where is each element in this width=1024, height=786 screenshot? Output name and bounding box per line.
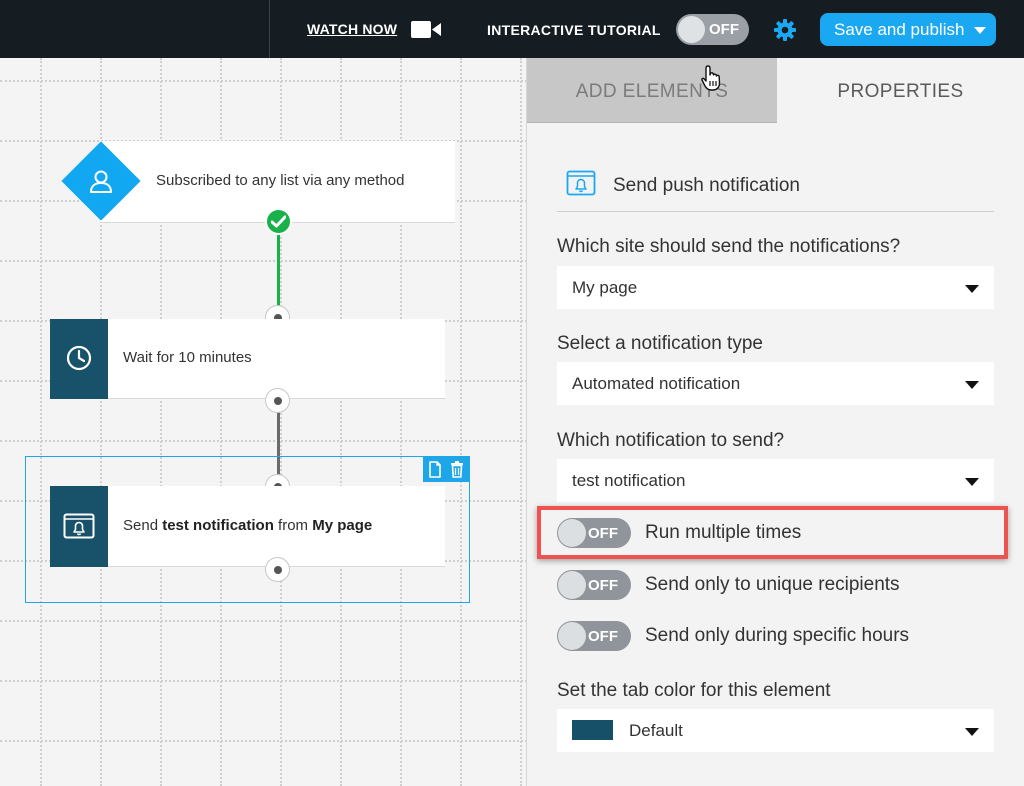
connection-port[interactable] [265,557,290,582]
properties-panel: ADD ELEMENTS PROPERTIES [527,58,1024,786]
copy-icon[interactable] [426,460,444,479]
gear-icon[interactable] [773,18,797,42]
grid-line [0,260,527,262]
trigger-label: Subscribed to any list via any method [156,172,405,189]
user-icon [90,170,112,193]
grid-line [0,80,527,82]
toggle-state: OFF [588,628,618,645]
grid-line [0,440,527,442]
trigger-badge [61,141,141,221]
trash-icon[interactable] [448,460,466,479]
send-step-tile [50,486,108,567]
specific-hours-label: Send only during specific hours [645,625,910,646]
clock-icon [66,345,92,371]
color-swatch [572,720,613,740]
tab-properties[interactable]: PROPERTIES [777,58,1024,123]
grid-line [0,620,527,622]
tab-color-value: Default [629,721,683,740]
toggle-knob [558,622,586,650]
wait-step-tile [50,319,108,399]
notification-select-value: test notification [572,471,686,490]
success-connector [277,230,280,308]
send-prefix: Send [123,517,163,534]
notification-type-select[interactable]: Automated notification [557,362,994,405]
toggle-state: OFF [709,21,739,38]
type-field-label: Select a notification type [557,333,763,354]
unique-recipients-toggle[interactable]: OFF [557,570,631,600]
highlight-frame [537,506,1008,559]
grid-line [0,680,527,682]
which-notification-label: Which notification to send? [557,430,785,451]
dropdown-arrow-icon [965,728,979,736]
section-divider [557,211,994,212]
specific-hours-toggle[interactable]: OFF [557,621,631,651]
selection-toolbar [423,457,469,482]
wait-node[interactable]: Wait for 10 minutes [50,319,445,399]
grid-line [40,58,42,786]
toggle-state: OFF [588,577,618,594]
push-notification-icon [566,170,596,196]
save-and-publish-button[interactable]: Save and publish [820,13,996,46]
check-icon [265,208,292,235]
send-site-name: My page [312,517,373,534]
hand-cursor-icon [701,65,721,91]
tab-color-select[interactable]: Default [557,709,994,752]
interactive-tutorial-label: INTERACTIVE TUTORIAL [487,22,661,38]
send-middle: from [273,517,313,534]
grid-line [0,740,527,742]
unique-recipients-label: Send only to unique recipients [645,574,900,595]
site-field-label: Which site should send the notifications… [557,236,901,257]
notification-type-value: Automated notification [572,374,741,393]
interactive-tutorial-toggle[interactable]: OFF [676,14,749,45]
toggle-knob [678,16,705,43]
send-label: Send test notification from My page [123,517,372,534]
grid-line [460,58,462,786]
site-select[interactable]: My page [557,266,994,309]
top-bar: WATCH NOW INTERACTIVE TUTORIAL OFF Save … [0,0,1024,58]
section-title: Send push notification [613,175,800,196]
push-notification-icon [63,513,95,539]
wait-label: Wait for 10 minutes [123,349,252,366]
chevron-down-icon [974,27,986,34]
connection-port[interactable] [265,388,290,413]
site-select-value: My page [572,278,638,297]
tab-color-label: Set the tab color for this element [557,680,831,701]
send-notification-node[interactable]: Send test notification from My page [50,486,445,567]
save-and-publish-label: Save and publish [834,20,965,39]
topbar-divider [269,0,270,58]
grid-line [520,58,522,786]
dropdown-arrow-icon [965,285,979,293]
dropdown-arrow-icon [965,478,979,486]
toggle-knob [558,571,586,599]
video-camera-icon[interactable] [411,20,441,39]
send-notification-name: test notification [162,517,274,534]
notification-select[interactable]: test notification [557,459,994,502]
watch-now-link[interactable]: WATCH NOW [307,21,397,37]
tab-add-elements[interactable]: ADD ELEMENTS [527,58,777,123]
dropdown-arrow-icon [965,381,979,389]
